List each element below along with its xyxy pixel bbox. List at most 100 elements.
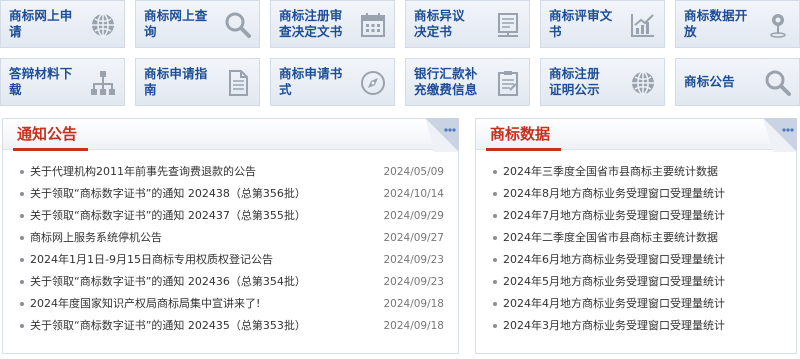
tile-application-guide[interactable]: 商标申请指南: [135, 58, 260, 106]
title-underline: [486, 148, 561, 151]
item-date: 2024/05/09: [383, 166, 444, 178]
item-text: 2024年度国家知识产权局商标局集中宣讲来了!: [30, 297, 261, 310]
list-item[interactable]: 关于领取“商标数字证书”的通知 202437（总第355批） 2024/09/29: [20, 205, 444, 227]
list-item[interactable]: 关于领取“商标数字证书”的通知 202435（总第353批） 2024/09/18: [20, 315, 444, 337]
list-item[interactable]: 2024年8月地方商标业务受理窗口受理量统计: [493, 183, 786, 205]
compass-icon: [358, 68, 388, 98]
quick-links: 商标网上申请 商标网上查询 商标注册审 查决定文书 商标异议 决定书 商标评审文…: [0, 0, 800, 112]
tile-label: 答辩材料下载: [9, 66, 73, 97]
list-item[interactable]: 商标网上服务系统停机公告 2024/09/27: [20, 227, 444, 249]
tile-label: 商标注册 证明公示: [549, 66, 600, 97]
tile-label: 商标网上申请: [9, 8, 73, 39]
bullet: [20, 302, 24, 306]
item-date: 2024/09/18: [383, 320, 444, 332]
tile-label: 银行汇款补 充缴费信息: [414, 66, 478, 97]
more-dots-icon[interactable]: [425, 118, 459, 152]
bullet: [493, 170, 497, 174]
bullet: [493, 192, 497, 196]
item-text: 关于领取“商标数字证书”的通知 202435（总第353批）: [30, 319, 306, 332]
org-chart-icon: [88, 68, 118, 98]
list-item[interactable]: 2024年7月地方商标业务受理窗口受理量统计: [493, 205, 786, 227]
tile-trademark-gazette[interactable]: 商标公告: [675, 58, 800, 106]
bullet: [20, 236, 24, 240]
tile-online-query[interactable]: 商标网上查询: [135, 0, 260, 48]
notice-panel: 通知公告 关于代理机构2011年前事先查询费退款的公告 2024/05/09 关于…: [2, 118, 459, 354]
item-text: 关于领取“商标数字证书”的通知 202438（总第356批）: [30, 187, 306, 200]
item-text: 2024年8月地方商标业务受理窗口受理量统计: [503, 187, 725, 200]
tile-review-decisions[interactable]: 商标注册审 查决定文书: [270, 0, 395, 48]
bullet: [493, 324, 497, 328]
globe-icon: [628, 68, 658, 98]
list-item[interactable]: 关于代理机构2011年前事先查询费退款的公告 2024/05/09: [20, 161, 444, 183]
globe-icon: [88, 10, 118, 40]
panel-header: 通知公告: [3, 119, 458, 151]
tile-label: 商标公告: [684, 74, 735, 89]
clipboard-icon: [493, 68, 523, 98]
item-text: 2024年二季度全国省市县商标主要统计数据: [503, 231, 718, 244]
data-panel: 商标数据 2024年三季度全国省市县商标主要统计数据 2024年8月地方商标业务…: [475, 118, 797, 354]
bullet: [493, 236, 497, 240]
bullet: [493, 214, 497, 218]
item-date: 2024/09/23: [383, 276, 444, 288]
item-date: 2024/10/14: [383, 188, 444, 200]
list-item[interactable]: 关于领取“商标数字证书”的通知 202436（总第354批） 2024/09/23: [20, 271, 444, 293]
bullet: [20, 192, 24, 196]
item-text: 2024年6月地方商标业务受理窗口受理量统计: [503, 253, 725, 266]
bullet: [20, 170, 24, 174]
bullet: [493, 258, 497, 262]
tile-label: 商标网上查询: [144, 8, 208, 39]
tile-label: 商标数据开放: [684, 8, 748, 39]
panel-title: 商标数据: [490, 125, 551, 143]
item-text: 关于代理机构2011年前事先查询费退款的公告: [30, 165, 256, 178]
more-dots-icon[interactable]: [763, 118, 797, 152]
item-text: 2024年三季度全国省市县商标主要统计数据: [503, 165, 718, 178]
map-pin-icon: [763, 10, 793, 40]
tile-bank-remittance-info[interactable]: 银行汇款补 充缴费信息: [405, 58, 530, 106]
tile-label: 商标评审文书: [549, 8, 613, 39]
list-item[interactable]: 2024年3月地方商标业务受理窗口受理量统计: [493, 315, 786, 337]
item-text: 关于领取“商标数字证书”的通知 202436（总第354批）: [30, 275, 306, 288]
item-date: 2024/09/23: [383, 254, 444, 266]
tile-label: 商标申请指南: [144, 66, 208, 97]
list-item[interactable]: 关于领取“商标数字证书”的通知 202438（总第356批） 2024/10/14: [20, 183, 444, 205]
item-text: 2024年5月地方商标业务受理窗口受理量统计: [503, 275, 725, 288]
list-item[interactable]: 2024年5月地方商标业务受理窗口受理量统计: [493, 271, 786, 293]
bullet: [20, 324, 24, 328]
bullet: [20, 280, 24, 284]
bullet: [493, 302, 497, 306]
document-stand-icon: [493, 10, 523, 40]
calendar-icon: [358, 10, 388, 40]
document-icon: [223, 68, 253, 98]
list-item[interactable]: 2024年二季度全国省市县商标主要统计数据: [493, 227, 786, 249]
tile-application-forms[interactable]: 商标申请书式: [270, 58, 395, 106]
item-text: 2024年3月地方商标业务受理窗口受理量统计: [503, 319, 725, 332]
trend-chart-icon: [628, 10, 658, 40]
magnifier-icon: [763, 68, 793, 98]
list-item[interactable]: 2024年6月地方商标业务受理窗口受理量统计: [493, 249, 786, 271]
item-text: 2024年7月地方商标业务受理窗口受理量统计: [503, 209, 725, 222]
tile-registration-certificate-publicity[interactable]: 商标注册 证明公示: [540, 58, 665, 106]
list-item[interactable]: 2024年三季度全国省市县商标主要统计数据: [493, 161, 786, 183]
item-date: 2024/09/27: [383, 232, 444, 244]
item-text: 2024年4月地方商标业务受理窗口受理量统计: [503, 297, 725, 310]
tile-reply-materials-download[interactable]: 答辩材料下载: [0, 58, 125, 106]
bullet: [493, 280, 497, 284]
tile-label: 商标申请书式: [279, 66, 343, 97]
item-text: 关于领取“商标数字证书”的通知 202437（总第355批）: [30, 209, 306, 222]
list-item[interactable]: 2024年度国家知识产权局商标局集中宣讲来了! 2024/09/18: [20, 293, 444, 315]
title-underline: [13, 148, 88, 151]
item-text: 2024年1月1日-9月15日商标专用权质权登记公告: [30, 253, 273, 266]
tile-open-data[interactable]: 商标数据开放: [675, 0, 800, 48]
bullet: [20, 214, 24, 218]
tile-online-application[interactable]: 商标网上申请: [0, 0, 125, 48]
tile-opposition-decisions[interactable]: 商标异议 决定书: [405, 0, 530, 48]
panel-title: 通知公告: [17, 125, 78, 143]
tile-label: 商标异议 决定书: [414, 8, 465, 39]
list-item[interactable]: 2024年4月地方商标业务受理窗口受理量统计: [493, 293, 786, 315]
tile-label: 商标注册审 查决定文书: [279, 8, 343, 39]
bullet: [20, 258, 24, 262]
item-text: 商标网上服务系统停机公告: [30, 231, 162, 244]
list-item[interactable]: 2024年1月1日-9月15日商标专用权质权登记公告 2024/09/23: [20, 249, 444, 271]
panel-header: 商标数据: [476, 119, 796, 151]
tile-appeal-documents[interactable]: 商标评审文书: [540, 0, 665, 48]
